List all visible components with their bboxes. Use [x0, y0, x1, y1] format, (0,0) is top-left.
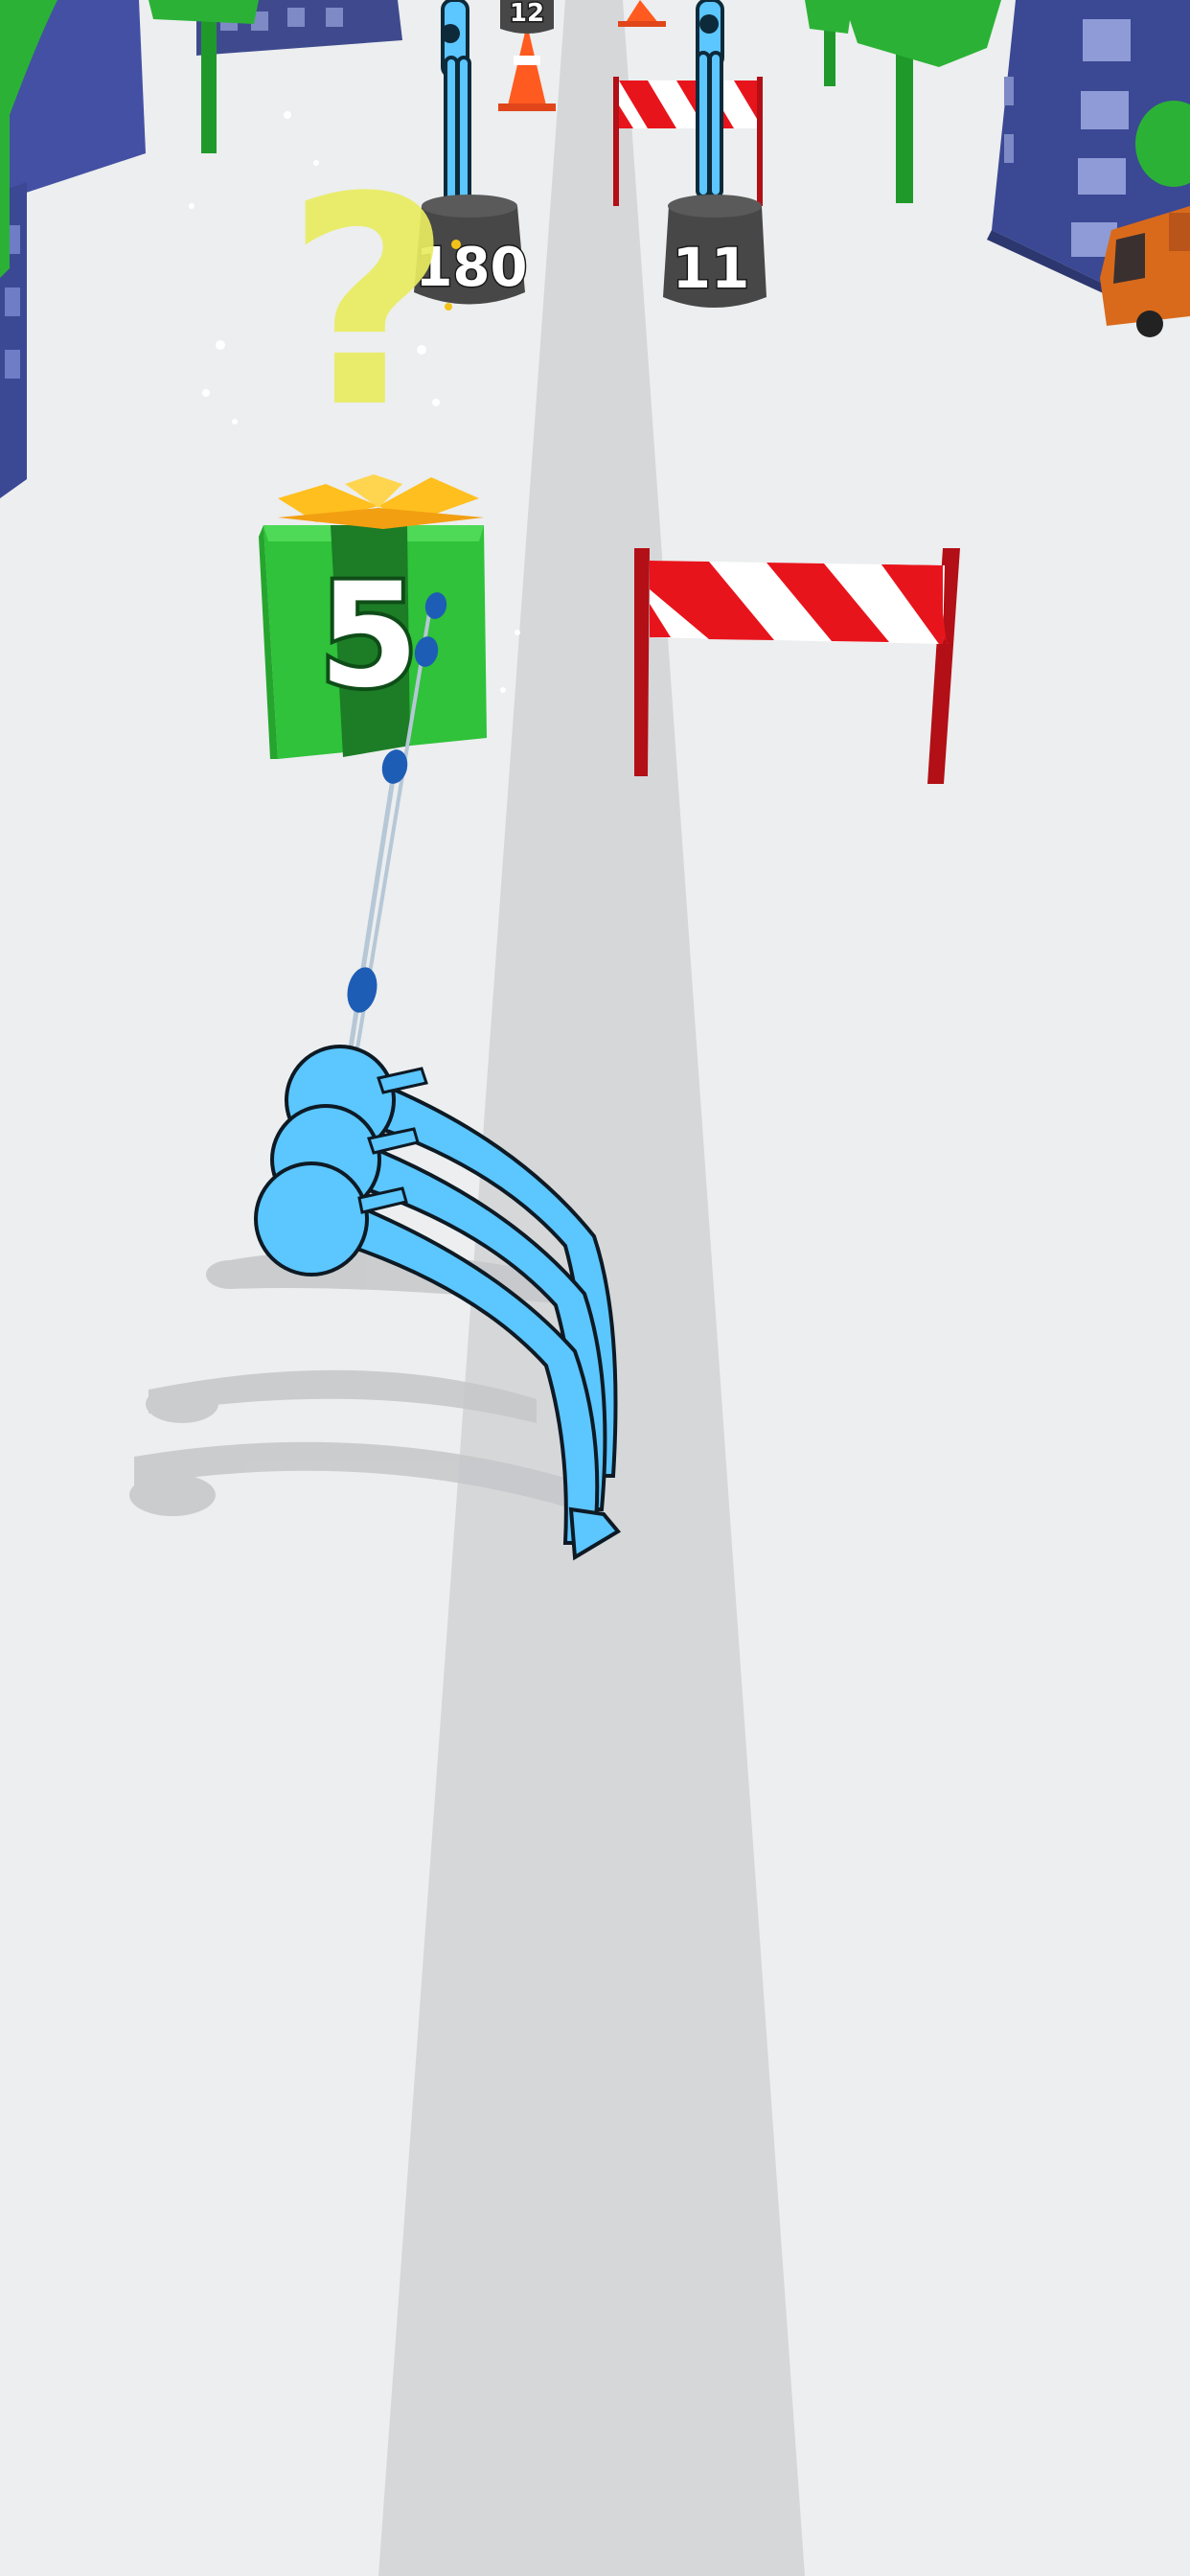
game-scene[interactable]: 12 180 11 ? 5 — [0, 0, 1190, 2576]
gift-box-value: 5 — [319, 553, 419, 720]
obstacle-label-12: 12 — [510, 0, 544, 28]
hanging-stickman-right — [696, 0, 724, 198]
obstacle-weight-11: 11 — [663, 195, 767, 308]
mystery-question-mark: ? — [286, 136, 452, 471]
obstacle-label-11: 11 — [673, 236, 750, 301]
obstacle-weight-12: 12 — [500, 0, 554, 34]
gift-box[interactable]: 5 — [259, 525, 487, 759]
